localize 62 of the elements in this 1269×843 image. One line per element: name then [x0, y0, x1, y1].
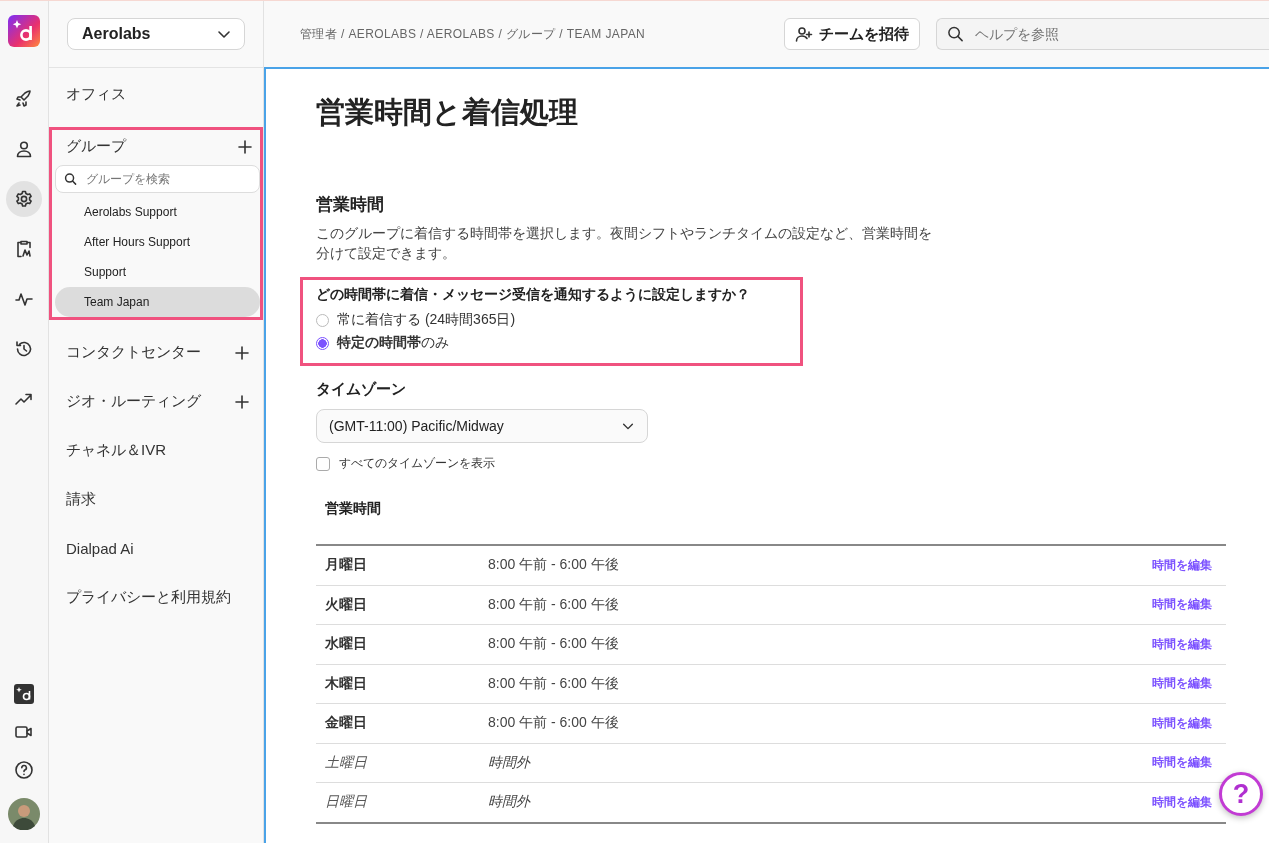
edit-hours-link[interactable]: 時間を編集 [1152, 676, 1212, 692]
checkbox-label[interactable]: すべてのタイムゾーンを表示 [339, 455, 495, 473]
radio-button[interactable] [316, 336, 329, 350]
sidebar-item[interactable]: Dialpad Ai [66, 540, 134, 557]
description-text: このグループに着信する時間帯を選択します。夜間シフトやランチタイムの設定など、営業時間を分けて設定できます。 [316, 225, 933, 263]
breadcrumb: 管理者 / AEROLABS / AEROLABS / グループ / TEAM JAPAN [300, 25, 646, 43]
hours-cell-text: 8:00 午前 - 6:00 午後 [488, 635, 620, 654]
search-field[interactable]: ヘルプを参照 [936, 18, 1269, 50]
page-title: 営業時間と着信処理 [316, 95, 579, 130]
day-cell-text: 水曜日 [324, 635, 368, 654]
question-label: どの時間帯に着信・メッセージ受信を通知するように設定しますか？ [316, 286, 751, 305]
plus-icon[interactable] [235, 345, 249, 360]
day-cell-text: 月曜日 [324, 556, 368, 575]
hours-cell-text: 8:00 午前 - 6:00 午後 [488, 674, 620, 693]
day-cell-text: 木曜日 [324, 674, 368, 693]
field-label: タイムゾーン [316, 380, 407, 400]
edit-hours-link[interactable]: 時間を編集 [1152, 636, 1212, 652]
hours-cell-text: 8:00 午前 - 6:00 午後 [488, 556, 620, 575]
edit-hours-link[interactable]: 時間を編集 [1152, 715, 1212, 731]
search-icon [64, 172, 77, 186]
sidebar-item[interactable]: プライバシーと利用規約 [66, 588, 231, 607]
hours-cell-text: 8:00 午前 - 6:00 午後 [488, 595, 620, 614]
hours-cell-text: 時間外 [488, 753, 532, 772]
option-label[interactable]: 常に着信する (24時間365日) [337, 311, 516, 330]
sidebar-item[interactable]: ジオ・ルーティング [66, 392, 201, 411]
day-cell-text: 火曜日 [324, 595, 368, 614]
invite-button[interactable]: チームを招待 [784, 18, 920, 50]
edit-hours-link[interactable]: 時間を編集 [1152, 794, 1212, 810]
table-title: 営業時間 [325, 500, 382, 519]
sidebar-item[interactable]: オフィス [66, 85, 126, 104]
sidebar-item[interactable]: 請求 [66, 490, 96, 509]
edit-hours-link[interactable]: 時間を編集 [1152, 557, 1212, 573]
plus-icon[interactable] [235, 394, 249, 409]
search-field[interactable]: グループを検索 [55, 165, 260, 193]
sidebar-subitem[interactable]: Team Japan [55, 287, 260, 317]
section-heading: 営業時間 [316, 194, 385, 216]
app-logo-icon[interactable] [8, 15, 40, 47]
day-cell-text: 金曜日 [324, 714, 368, 733]
timezone-dropdown[interactable]: (GMT-11:00) Pacific/Midway [316, 409, 648, 444]
sidebar-subitem[interactable]: Aerolabs Support [52, 197, 260, 227]
edit-hours-link[interactable]: 時間を編集 [1152, 755, 1212, 771]
hours-cell-text: 時間外 [488, 793, 532, 812]
edit-hours-link[interactable]: 時間を編集 [1152, 597, 1212, 613]
search-icon [947, 25, 964, 43]
day-cell-text: 土曜日 [324, 753, 368, 772]
hours-cell-text: 8:00 午前 - 6:00 午後 [488, 714, 620, 733]
day-cell-text: 日曜日 [324, 793, 368, 812]
radio-button[interactable] [316, 313, 329, 327]
avatar[interactable] [8, 798, 40, 830]
sidebar-item[interactable]: グループ [66, 137, 126, 156]
checkbox[interactable] [316, 456, 330, 471]
help-icon[interactable] [14, 760, 34, 780]
account-dropdown[interactable]: Aerolabs [67, 18, 245, 50]
sidebar-subitem[interactable]: After Hours Support [52, 227, 260, 257]
sidebar-item[interactable]: チャネル＆IVR [66, 441, 166, 460]
sidebar-item[interactable]: コンタクトセンター [66, 343, 201, 362]
plus-icon[interactable] [238, 139, 252, 154]
option-label[interactable]: 特定の時間帯のみ [337, 334, 449, 353]
settings-icon[interactable] [6, 181, 42, 217]
add-person-icon [795, 25, 813, 43]
sparkle-d-icon[interactable] [14, 684, 34, 704]
sidebar-subitem[interactable]: Support [52, 257, 260, 287]
